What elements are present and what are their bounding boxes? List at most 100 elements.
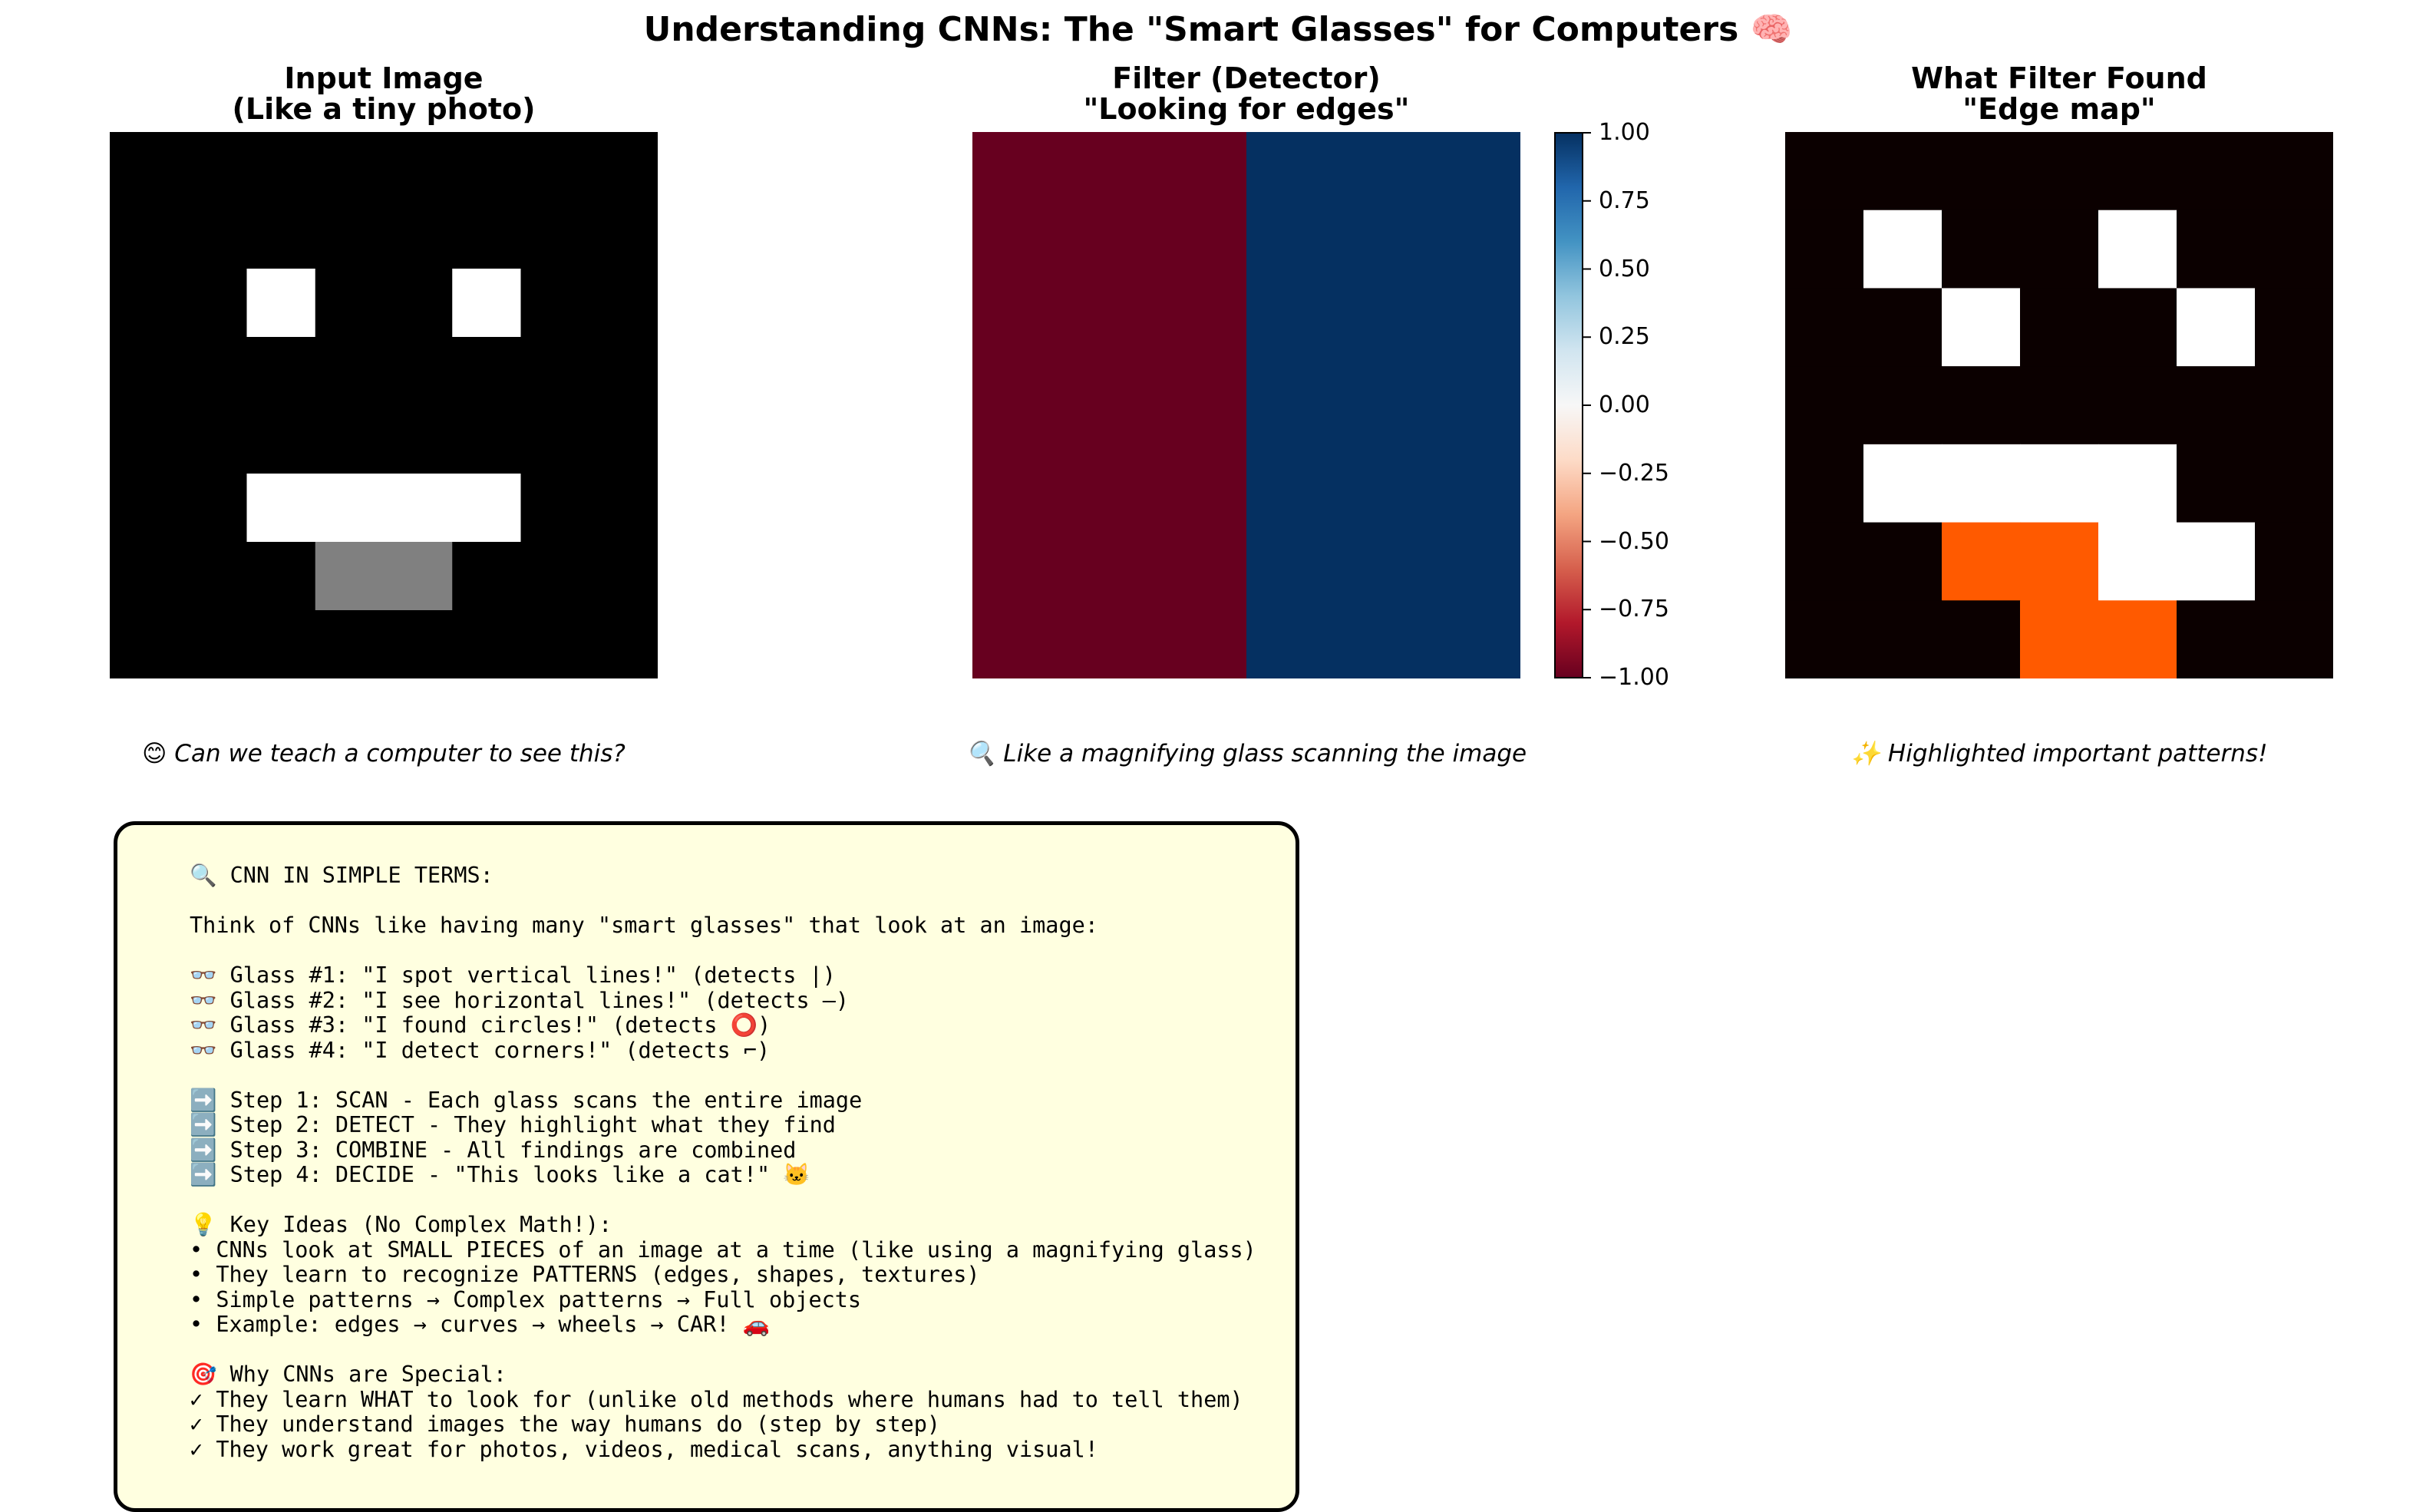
filter-caption: 🔍 Like a magnifying glass scanning the i… xyxy=(965,740,1527,768)
heatmap-cell xyxy=(178,337,248,406)
heatmap-cell xyxy=(1246,132,1520,406)
heatmap-cell xyxy=(315,542,385,611)
colorbar-tick-label: −1.00 xyxy=(1599,664,1669,691)
input-image-title: Input Image (Like a tiny photo) xyxy=(110,63,658,124)
heatmap-cell xyxy=(2020,444,2099,523)
heatmap-cell xyxy=(589,132,658,201)
heatmap-cell xyxy=(178,132,248,201)
heatmap-cell xyxy=(110,542,179,611)
heatmap-cell xyxy=(520,269,590,338)
colorbar-tick-label: 0.50 xyxy=(1599,255,1650,282)
heatmap-cell xyxy=(1863,600,1943,678)
heatmap-cell xyxy=(972,405,1247,678)
heatmap-cell xyxy=(520,132,590,201)
input-image-caption: 😊 Can we teach a computer to see this? xyxy=(142,740,626,768)
filter-title-line-2: "Looking for edges" xyxy=(1083,92,1410,126)
heatmap-cell xyxy=(110,405,179,474)
heatmap-cell xyxy=(2255,210,2333,289)
heatmap-cell xyxy=(110,269,179,338)
heatmap-cell xyxy=(1246,405,1520,678)
colorbar-tick-label: 0.75 xyxy=(1599,187,1650,214)
heatmap-cell xyxy=(1942,600,2021,678)
heatmap-cell xyxy=(2255,366,2333,445)
heatmap-cell xyxy=(246,405,316,474)
colorbar-tick-label: −0.75 xyxy=(1599,596,1669,623)
heatmap-cell xyxy=(1863,444,1943,523)
heatmap-cell xyxy=(452,200,522,269)
heatmap-cell xyxy=(1863,288,1943,367)
heatmap-cell xyxy=(178,474,248,543)
heatmap-cell xyxy=(2177,600,2256,678)
heatmap-cell xyxy=(1785,132,1864,211)
heatmap-cell xyxy=(110,337,179,406)
heatmap-cell xyxy=(178,269,248,338)
heatmap-cell xyxy=(2177,366,2256,445)
heatmap-cell xyxy=(384,474,453,543)
heatmap-cell xyxy=(2255,132,2333,211)
heatmap-cell xyxy=(384,610,453,678)
heatmap-cell xyxy=(1785,288,1864,367)
heatmap-cell xyxy=(2177,288,2256,367)
heatmap-cell xyxy=(520,405,590,474)
colorbar-tick-label: 0.00 xyxy=(1599,391,1650,418)
heatmap-cell xyxy=(2098,288,2177,367)
heatmap-cell xyxy=(384,542,453,611)
figure-title: Understanding CNNs: The "Smart Glasses" … xyxy=(643,10,1793,49)
heatmap-cell xyxy=(2255,444,2333,523)
heatmap-cell xyxy=(384,269,453,338)
heatmap-cell xyxy=(315,200,385,269)
heatmap-cell xyxy=(110,474,179,543)
heatmap-cell xyxy=(2098,522,2177,601)
heatmap-cell xyxy=(2177,132,2256,211)
heatmap-cell xyxy=(452,474,522,543)
input-image-title-line-2: (Like a tiny photo) xyxy=(232,92,536,126)
heatmap-cell xyxy=(384,132,453,201)
heatmap-cell xyxy=(384,337,453,406)
colorbar-tick-label: 0.25 xyxy=(1599,323,1650,351)
heatmap-cell xyxy=(246,132,316,201)
heatmap-cell xyxy=(2098,444,2177,523)
heatmap-cell xyxy=(1942,366,2021,445)
heatmap-cell xyxy=(110,132,179,201)
heatmap-cell xyxy=(520,337,590,406)
heatmap-cell xyxy=(178,200,248,269)
input-image-title-line-1: Input Image xyxy=(284,61,484,95)
filter-colorbar xyxy=(1554,132,1591,678)
heatmap-cell xyxy=(452,542,522,611)
heatmap-cell xyxy=(589,474,658,543)
colorbar-tick-label: 1.00 xyxy=(1599,119,1650,146)
heatmap-cell xyxy=(520,610,590,678)
heatmap-cell xyxy=(2098,366,2177,445)
heatmap-cell xyxy=(2020,600,2099,678)
heatmap-cell xyxy=(589,269,658,338)
heatmap-cell xyxy=(1863,522,1943,601)
heatmap-cell xyxy=(1785,366,1864,445)
info-box-text: 🔍 CNN IN SIMPLE TERMS: Think of CNNs lik… xyxy=(190,863,1256,1462)
heatmap-cell xyxy=(2255,522,2333,601)
colorbar-tick-label: −0.25 xyxy=(1599,459,1669,487)
heatmap-cell xyxy=(1942,210,2021,289)
heatmap-cell xyxy=(1785,444,1864,523)
heatmap-cell xyxy=(2020,210,2099,289)
heatmap-cell xyxy=(246,337,316,406)
heatmap-cell xyxy=(1863,132,1943,211)
heatmap-cell xyxy=(1942,288,2021,367)
filter-title: Filter (Detector) "Looking for edges" xyxy=(972,63,1520,124)
heatmap-cell xyxy=(2020,366,2099,445)
heatmap-cell xyxy=(452,610,522,678)
heatmap-cell xyxy=(1942,444,2021,523)
heatmap-cell xyxy=(1863,210,1943,289)
heatmap-cell xyxy=(315,132,385,201)
heatmap-cell xyxy=(1942,132,2021,211)
heatmap-cell xyxy=(315,474,385,543)
heatmap-cell xyxy=(972,132,1247,406)
colorbar-tick-label: −0.50 xyxy=(1599,527,1669,555)
heatmap-cell xyxy=(246,200,316,269)
heatmap-cell xyxy=(246,610,316,678)
heatmap-cell xyxy=(589,610,658,678)
heatmap-cell xyxy=(2020,288,2099,367)
heatmap-cell xyxy=(2255,600,2333,678)
heatmap-cell xyxy=(2020,522,2099,601)
heatmap-cell xyxy=(2020,132,2099,211)
edge-map-title-line-1: What Filter Found xyxy=(1911,61,2207,95)
